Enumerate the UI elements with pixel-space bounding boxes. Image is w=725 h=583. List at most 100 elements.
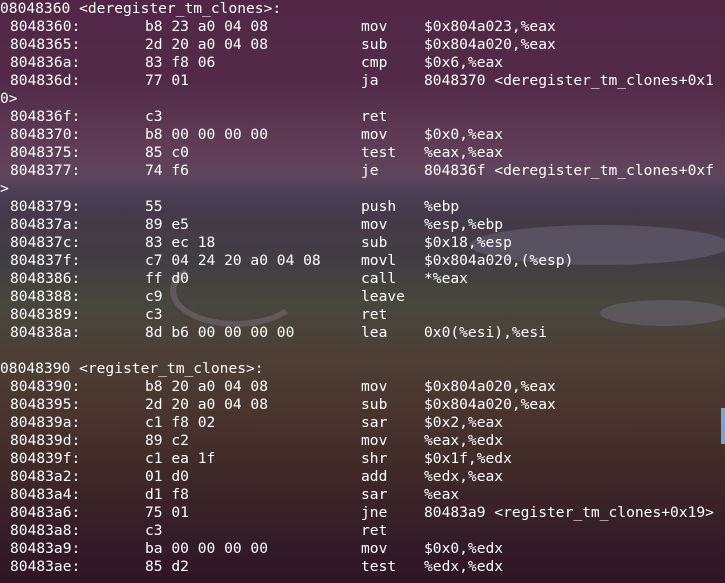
instruction-mnemonic: mov bbox=[361, 432, 388, 449]
instruction-mnemonic: je bbox=[361, 162, 379, 179]
instruction-bytes: 75 01 bbox=[145, 504, 189, 521]
instruction-mnemonic: sub bbox=[361, 396, 388, 413]
instruction-operands: %esp,%ebp bbox=[424, 216, 504, 233]
instruction-mnemonic: add bbox=[361, 468, 388, 485]
instruction-operands: 0x0(%esi),%esi bbox=[424, 324, 548, 341]
instruction-mnemonic: jne bbox=[361, 504, 388, 521]
instruction-address: 80483ae: bbox=[10, 558, 81, 575]
instruction-line: 80483a2: 01 d0 add %edx,%eax bbox=[0, 468, 725, 486]
function-label-line: 08048360 <deregister_tm_clones>: bbox=[0, 0, 725, 18]
instruction-mnemonic: ret bbox=[361, 108, 388, 125]
instruction-bytes: 83 f8 06 bbox=[145, 54, 216, 71]
instruction-mnemonic: mov bbox=[361, 540, 388, 557]
instruction-address: 804839f: bbox=[10, 450, 81, 467]
instruction-bytes: c3 bbox=[145, 108, 163, 125]
instruction-mnemonic: test bbox=[361, 558, 397, 575]
instruction-line: 804838a: 8d b6 00 00 00 00 lea 0x0(%esi),%e… bbox=[0, 324, 725, 342]
instruction-address: 8048395: bbox=[10, 396, 81, 413]
instruction-bytes: 89 e5 bbox=[145, 216, 189, 233]
instruction-mnemonic: cmp bbox=[361, 54, 388, 71]
instruction-mnemonic: sub bbox=[361, 36, 388, 53]
instruction-mnemonic: test bbox=[361, 144, 397, 161]
instruction-bytes: ff d0 bbox=[145, 270, 189, 287]
instruction-line: 80483ae: 85 d2 test %edx,%edx bbox=[0, 558, 725, 576]
instruction-line: 804837f: c7 04 24 20 a0 04 08 movl $0x804a0… bbox=[0, 252, 725, 270]
instruction-bytes: c1 ea 1f bbox=[145, 450, 216, 467]
instruction-line: 80483a9: ba 00 00 00 00 mov $0x0,%edx bbox=[0, 540, 725, 558]
instruction-operands: $0x0,%eax bbox=[424, 126, 504, 143]
instruction-mnemonic: mov bbox=[361, 216, 388, 233]
instruction-line: 80483a8: c3 ret bbox=[0, 522, 725, 540]
instruction-bytes: 74 f6 bbox=[145, 162, 189, 179]
wrapped-text: > bbox=[0, 180, 9, 197]
instruction-mnemonic: ret bbox=[361, 522, 388, 539]
instruction-bytes: c3 bbox=[145, 522, 163, 539]
instruction-bytes: d1 f8 bbox=[145, 486, 189, 503]
instruction-operands: %ebp bbox=[424, 198, 460, 215]
instruction-operands: %edx,%edx bbox=[424, 558, 504, 575]
instruction-address: 80483a4: bbox=[10, 486, 81, 503]
instruction-operands: $0x804a020,%eax bbox=[424, 396, 556, 413]
instruction-operands: *%eax bbox=[424, 270, 468, 287]
instruction-line: 8048379: 55 push %ebp bbox=[0, 198, 725, 216]
instruction-address: 804836a: bbox=[10, 54, 81, 71]
instruction-address: 80483a8: bbox=[10, 522, 81, 539]
instruction-address: 8048360: bbox=[10, 18, 81, 35]
text-line: > bbox=[0, 180, 725, 198]
instruction-line: 8048389: c3 ret bbox=[0, 306, 725, 324]
instruction-line: 804837a: 89 e5 mov %esp,%ebp bbox=[0, 216, 725, 234]
instruction-operands: $0x804a020,(%esp) bbox=[424, 252, 574, 269]
instruction-address: 8048370: bbox=[10, 126, 81, 143]
instruction-address: 804836d: bbox=[10, 72, 81, 89]
instruction-bytes: 89 c2 bbox=[145, 432, 189, 449]
instruction-line: 8048377: 74 f6 je 804836f <deregister_tm_cl… bbox=[0, 162, 725, 180]
instruction-mnemonic: ja bbox=[361, 72, 379, 89]
instruction-bytes: c7 04 24 20 a0 04 08 bbox=[145, 252, 321, 269]
instruction-mnemonic: push bbox=[361, 198, 397, 215]
instruction-line: 8048365: 2d 20 a0 04 08 sub $0x804a020,%eax bbox=[0, 36, 725, 54]
instruction-operands: $0x804a020,%eax bbox=[424, 378, 556, 395]
instruction-mnemonic: leave bbox=[361, 288, 405, 305]
instruction-line: 804836f: c3 ret bbox=[0, 108, 725, 126]
instruction-mnemonic: shr bbox=[361, 450, 388, 467]
instruction-bytes: c9 bbox=[145, 288, 163, 305]
instruction-operands: $0x1f,%edx bbox=[424, 450, 512, 467]
instruction-address: 804839a: bbox=[10, 414, 81, 431]
instruction-bytes: 55 bbox=[145, 198, 163, 215]
instruction-line: 80483a6: 75 01 jne 80483a9 <register_tm_clo… bbox=[0, 504, 725, 522]
instruction-address: 80483a6: bbox=[10, 504, 81, 521]
instruction-operands: %eax,%edx bbox=[424, 432, 504, 449]
instruction-line: 804837c: 83 ec 18 sub $0x18,%esp bbox=[0, 234, 725, 252]
instruction-operands: $0x18,%esp bbox=[424, 234, 512, 251]
instruction-mnemonic: sar bbox=[361, 414, 388, 431]
instruction-line: 8048390: b8 20 a0 04 08 mov $0x804a020,%eax bbox=[0, 378, 725, 396]
instruction-address: 8048377: bbox=[10, 162, 81, 179]
instruction-operands: $0x6,%eax bbox=[424, 54, 504, 71]
instruction-address: 8048390: bbox=[10, 378, 81, 395]
instruction-operands: 8048370 <deregister_tm_clones+0x1 bbox=[424, 72, 714, 89]
instruction-line: 804839d: 89 c2 mov %eax,%edx bbox=[0, 432, 725, 450]
instruction-address: 80483a9: bbox=[10, 540, 81, 557]
instruction-line: 8048386: ff d0 call *%eax bbox=[0, 270, 725, 288]
terminal-scrollbar-thumb[interactable] bbox=[721, 408, 725, 444]
terminal-output[interactable]: 08048360 <deregister_tm_clones>: 8048360:… bbox=[0, 0, 725, 583]
instruction-line: 8048388: c9 leave bbox=[0, 288, 725, 306]
instruction-line: 804839f: c1 ea 1f shr $0x1f,%edx bbox=[0, 450, 725, 468]
instruction-address: 8048375: bbox=[10, 144, 81, 161]
instruction-bytes: 2d 20 a0 04 08 bbox=[145, 396, 269, 413]
instruction-bytes: 01 d0 bbox=[145, 468, 189, 485]
text-line: 0> bbox=[0, 90, 725, 108]
instruction-line: 804839a: c1 f8 02 sar $0x2,%eax bbox=[0, 414, 725, 432]
instruction-address: 804837f: bbox=[10, 252, 81, 269]
instruction-mnemonic: call bbox=[361, 270, 397, 287]
instruction-operands: %eax bbox=[424, 486, 460, 503]
instruction-operands: $0x0,%edx bbox=[424, 540, 504, 557]
instruction-bytes: c1 f8 02 bbox=[145, 414, 216, 431]
instruction-line: 8048395: 2d 20 a0 04 08 sub $0x804a020,%eax bbox=[0, 396, 725, 414]
instruction-operands: $0x804a023,%eax bbox=[424, 18, 556, 35]
instruction-address: 8048389: bbox=[10, 306, 81, 323]
instruction-operands: %edx,%eax bbox=[424, 468, 504, 485]
instruction-bytes: ba 00 00 00 00 bbox=[145, 540, 269, 557]
instruction-address: 8048365: bbox=[10, 36, 81, 53]
instruction-mnemonic: ret bbox=[361, 306, 388, 323]
